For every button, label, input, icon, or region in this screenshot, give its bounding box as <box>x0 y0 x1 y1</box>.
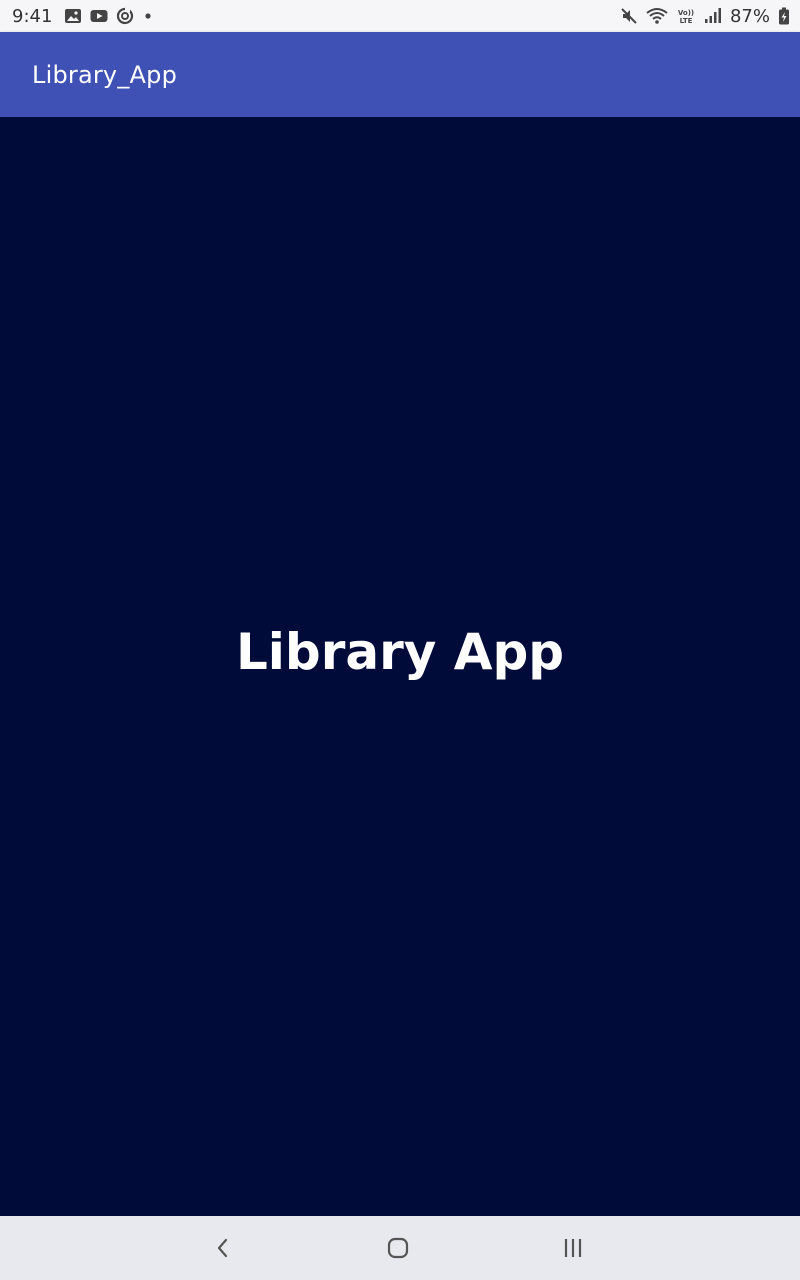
mute-icon <box>620 7 638 25</box>
home-icon <box>384 1234 412 1262</box>
status-time: 9:41 <box>12 5 53 27</box>
splash-content: Library App <box>0 117 800 1216</box>
youtube-icon <box>90 7 108 25</box>
notification-dot-icon <box>142 7 154 25</box>
wifi-icon <box>646 7 668 25</box>
app-bar: Library_App <box>0 32 800 117</box>
back-icon <box>209 1234 237 1262</box>
back-button[interactable] <box>205 1230 241 1266</box>
volte-lte-icon: Vo)) LTE <box>676 7 696 25</box>
svg-text:Vo)): Vo)) <box>678 9 694 17</box>
recents-icon <box>559 1234 587 1262</box>
app-bar-title: Library_App <box>32 60 178 89</box>
svg-text:LTE: LTE <box>680 17 693 25</box>
status-left: 9:41 <box>12 6 154 27</box>
recents-button[interactable] <box>555 1230 591 1266</box>
status-right: Vo)) LTE 87% <box>620 6 790 27</box>
screen: 9:41 Vo)) LTE 87% Library_App Library Ap… <box>0 0 800 1280</box>
status-bar: 9:41 Vo)) LTE 87% <box>0 0 800 32</box>
battery-charging-icon <box>778 7 790 25</box>
signal-icon <box>704 7 722 25</box>
splash-title: Library App <box>235 623 565 681</box>
sync-icon <box>116 7 134 25</box>
home-button[interactable] <box>380 1230 416 1266</box>
battery-percent: 87% <box>729 5 770 27</box>
gallery-icon <box>64 7 82 25</box>
navigation-bar <box>0 1216 800 1280</box>
